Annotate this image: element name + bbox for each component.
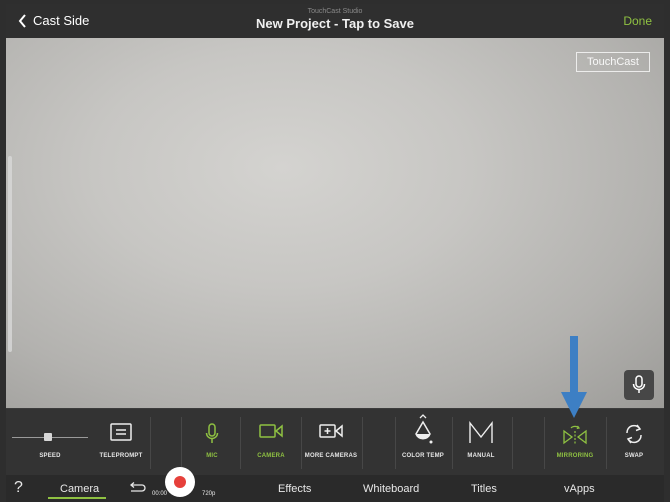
- microphone-icon: [205, 423, 219, 443]
- tab-whiteboard[interactable]: Whiteboard: [363, 483, 419, 495]
- toolbar-divider: [544, 417, 545, 469]
- app-window: Cast Side TouchCast Studio New Project -…: [0, 0, 670, 502]
- help-button[interactable]: ?: [14, 479, 23, 497]
- more-cameras-label: MORE CAMERAS: [304, 453, 358, 459]
- studio-label: TouchCast Studio: [307, 8, 363, 15]
- tab-camera[interactable]: Camera: [60, 483, 99, 495]
- camera-button[interactable]: CAMERA: [242, 409, 300, 476]
- microphone-icon: [632, 375, 646, 393]
- tab-effects[interactable]: Effects: [278, 483, 311, 495]
- toolbar-divider: [150, 417, 151, 469]
- add-camera-icon: [319, 424, 343, 438]
- project-title[interactable]: New Project - Tap to Save: [6, 16, 664, 32]
- mic-label: MIC: [206, 453, 218, 459]
- swap-icon: [626, 424, 642, 444]
- color-temp-button[interactable]: COLOR TEMP: [398, 409, 448, 476]
- swap-button[interactable]: SWAP: [608, 409, 660, 476]
- top-bar: Cast Side TouchCast Studio New Project -…: [6, 4, 664, 38]
- manual-button[interactable]: MANUAL: [454, 409, 508, 476]
- tab-vapps[interactable]: vApps: [564, 483, 595, 495]
- toolbar-divider: [452, 417, 453, 469]
- mic-overlay-button[interactable]: [624, 370, 654, 400]
- title-area: TouchCast Studio New Project - Tap to Sa…: [6, 7, 664, 32]
- done-button[interactable]: Done: [623, 14, 652, 28]
- active-tab-indicator: [48, 497, 106, 499]
- toolbar-divider: [395, 417, 396, 469]
- toolbar-divider: [240, 417, 241, 469]
- color-temp-drop-icon: [415, 414, 433, 444]
- camera-label: CAMERA: [257, 453, 285, 459]
- side-drawer-handle[interactable]: [8, 156, 12, 352]
- mirroring-button[interactable]: MIRRORING: [546, 409, 604, 476]
- manual-mode-icon: [469, 421, 493, 443]
- speed-control[interactable]: SPEED: [6, 409, 94, 476]
- undo-icon[interactable]: [128, 482, 146, 494]
- mic-button[interactable]: MIC: [186, 409, 238, 476]
- manual-label: MANUAL: [467, 453, 495, 459]
- color-temp-label: COLOR TEMP: [402, 453, 444, 459]
- speed-slider-thumb[interactable]: [44, 433, 52, 441]
- toolbar-divider: [362, 417, 363, 469]
- speed-label: SPEED: [39, 453, 61, 459]
- toolbar-divider: [606, 417, 607, 469]
- mirror-icon: [563, 425, 587, 445]
- touchcast-watermark: TouchCast: [576, 52, 650, 72]
- tab-titles[interactable]: Titles: [471, 483, 497, 495]
- teleprompt-label: TELEPROMPT: [99, 453, 143, 459]
- toolbar-divider: [181, 417, 182, 469]
- bottom-tab-bar: ? Camera 00:00 720p Effects Whiteboard T…: [6, 475, 664, 502]
- more-cameras-button[interactable]: MORE CAMERAS: [302, 409, 360, 476]
- teleprompt-button[interactable]: TELEPROMPT: [94, 409, 148, 476]
- teleprompter-icon: [110, 423, 132, 441]
- mirroring-label: MIRRORING: [556, 453, 594, 459]
- record-dot-icon: [174, 476, 186, 488]
- resolution-label: 720p: [202, 491, 216, 497]
- video-camera-icon: [259, 424, 283, 438]
- swap-label: SWAP: [624, 453, 644, 459]
- annotation-arrow: [561, 336, 587, 418]
- record-button[interactable]: [165, 467, 195, 497]
- record-timer: 00:00: [152, 491, 168, 497]
- camera-toolbar: SPEED TELEPROMPT MIC CAMERA MORE CAMERAS…: [6, 408, 664, 475]
- toolbar-divider: [512, 417, 513, 469]
